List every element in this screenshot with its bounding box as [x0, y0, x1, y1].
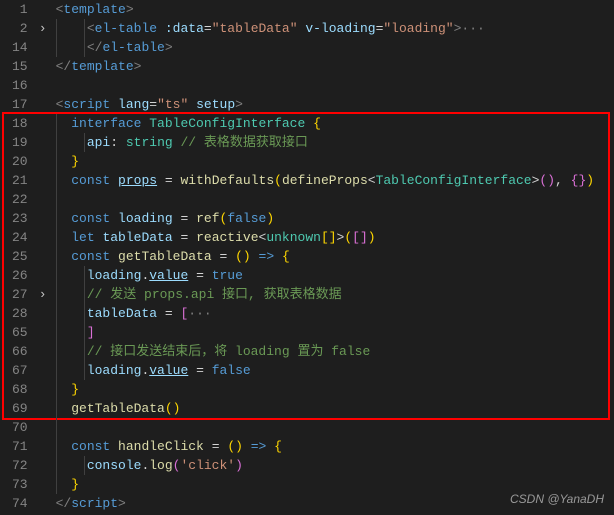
fold-placeholder[interactable] [36, 247, 50, 266]
fold-placeholder[interactable] [36, 76, 50, 95]
code-line[interactable]: const props = withDefaults(defineProps<T… [54, 171, 614, 190]
fold-placeholder[interactable] [36, 437, 50, 456]
fold-placeholder[interactable] [36, 266, 50, 285]
line-number: 25 [12, 247, 28, 266]
code-line[interactable]: const handleClick = () => { [54, 437, 614, 456]
code-line[interactable]: ] [54, 323, 614, 342]
line-number: 24 [12, 228, 28, 247]
fold-placeholder[interactable] [36, 418, 50, 437]
fold-placeholder[interactable] [36, 57, 50, 76]
line-number: 74 [12, 494, 28, 513]
code-line[interactable]: loading.value = false [54, 361, 614, 380]
fold-placeholder[interactable] [36, 95, 50, 114]
line-number: 2 [12, 19, 28, 38]
line-number: 73 [12, 475, 28, 494]
code-line[interactable]: getTableData() [54, 399, 614, 418]
fold-placeholder[interactable] [36, 380, 50, 399]
line-number: 69 [12, 399, 28, 418]
fold-placeholder[interactable] [36, 494, 50, 513]
fold-placeholder[interactable] [36, 209, 50, 228]
fold-placeholder[interactable] [36, 171, 50, 190]
line-number: 72 [12, 456, 28, 475]
fold-chevron-icon[interactable]: › [36, 285, 50, 304]
line-number: 68 [12, 380, 28, 399]
line-number: 22 [12, 190, 28, 209]
line-number: 20 [12, 152, 28, 171]
fold-placeholder[interactable] [36, 190, 50, 209]
code-line[interactable]: <script lang="ts" setup> [54, 95, 614, 114]
line-number: 14 [12, 38, 28, 57]
fold-placeholder[interactable] [36, 399, 50, 418]
fold-placeholder[interactable] [36, 114, 50, 133]
watermark-text: CSDN @YanaDH [510, 490, 604, 509]
fold-placeholder[interactable] [36, 323, 50, 342]
code-line[interactable]: const getTableData = () => { [54, 247, 614, 266]
line-number: 28 [12, 304, 28, 323]
line-number: 15 [12, 57, 28, 76]
line-number: 67 [12, 361, 28, 380]
line-number: 65 [12, 323, 28, 342]
line-number: 27 [12, 285, 28, 304]
code-line[interactable]: interface TableConfigInterface { [54, 114, 614, 133]
fold-placeholder[interactable] [36, 152, 50, 171]
code-line[interactable]: api: string // 表格数据获取接口 [54, 133, 614, 152]
fold-placeholder[interactable] [36, 361, 50, 380]
code-line[interactable]: // 接口发送结束后，将 loading 置为 false [54, 342, 614, 361]
code-line[interactable] [54, 418, 614, 437]
code-line[interactable]: // 发送 props.api 接口, 获取表格数据 [54, 285, 614, 304]
line-number: 19 [12, 133, 28, 152]
code-line[interactable]: loading.value = true [54, 266, 614, 285]
code-line[interactable]: console.log('click') [54, 456, 614, 475]
line-number-gutter: 1214151617181920212223242526272865666768… [0, 0, 36, 515]
fold-chevron-icon[interactable]: › [36, 19, 50, 38]
line-number: 66 [12, 342, 28, 361]
line-number: 26 [12, 266, 28, 285]
code-line[interactable]: <el-table :data="tableData" v-loading="l… [54, 19, 614, 38]
fold-placeholder[interactable] [36, 456, 50, 475]
fold-column[interactable]: ›› [36, 0, 50, 515]
code-line[interactable]: const loading = ref(false) [54, 209, 614, 228]
code-line[interactable] [54, 190, 614, 209]
line-number: 21 [12, 171, 28, 190]
fold-placeholder[interactable] [36, 0, 50, 19]
code-line[interactable]: <template> [54, 0, 614, 19]
fold-placeholder[interactable] [36, 228, 50, 247]
code-line[interactable]: } [54, 380, 614, 399]
line-number: 18 [12, 114, 28, 133]
code-line[interactable]: } [54, 152, 614, 171]
line-number: 16 [12, 76, 28, 95]
code-area[interactable]: <template> <el-table :data="tableData" v… [50, 0, 614, 515]
line-number: 17 [12, 95, 28, 114]
fold-placeholder[interactable] [36, 133, 50, 152]
line-number: 70 [12, 418, 28, 437]
fold-placeholder[interactable] [36, 475, 50, 494]
code-line[interactable]: </el-table> [54, 38, 614, 57]
code-line[interactable] [54, 76, 614, 95]
code-line[interactable]: </template> [54, 57, 614, 76]
line-number: 23 [12, 209, 28, 228]
fold-placeholder[interactable] [36, 38, 50, 57]
line-number: 1 [12, 0, 28, 19]
fold-placeholder[interactable] [36, 342, 50, 361]
code-line[interactable]: let tableData = reactive<unknown[]>([]) [54, 228, 614, 247]
code-editor[interactable]: 1214151617181920212223242526272865666768… [0, 0, 614, 515]
fold-placeholder[interactable] [36, 304, 50, 323]
line-number: 71 [12, 437, 28, 456]
code-line[interactable]: tableData = [··· [54, 304, 614, 323]
